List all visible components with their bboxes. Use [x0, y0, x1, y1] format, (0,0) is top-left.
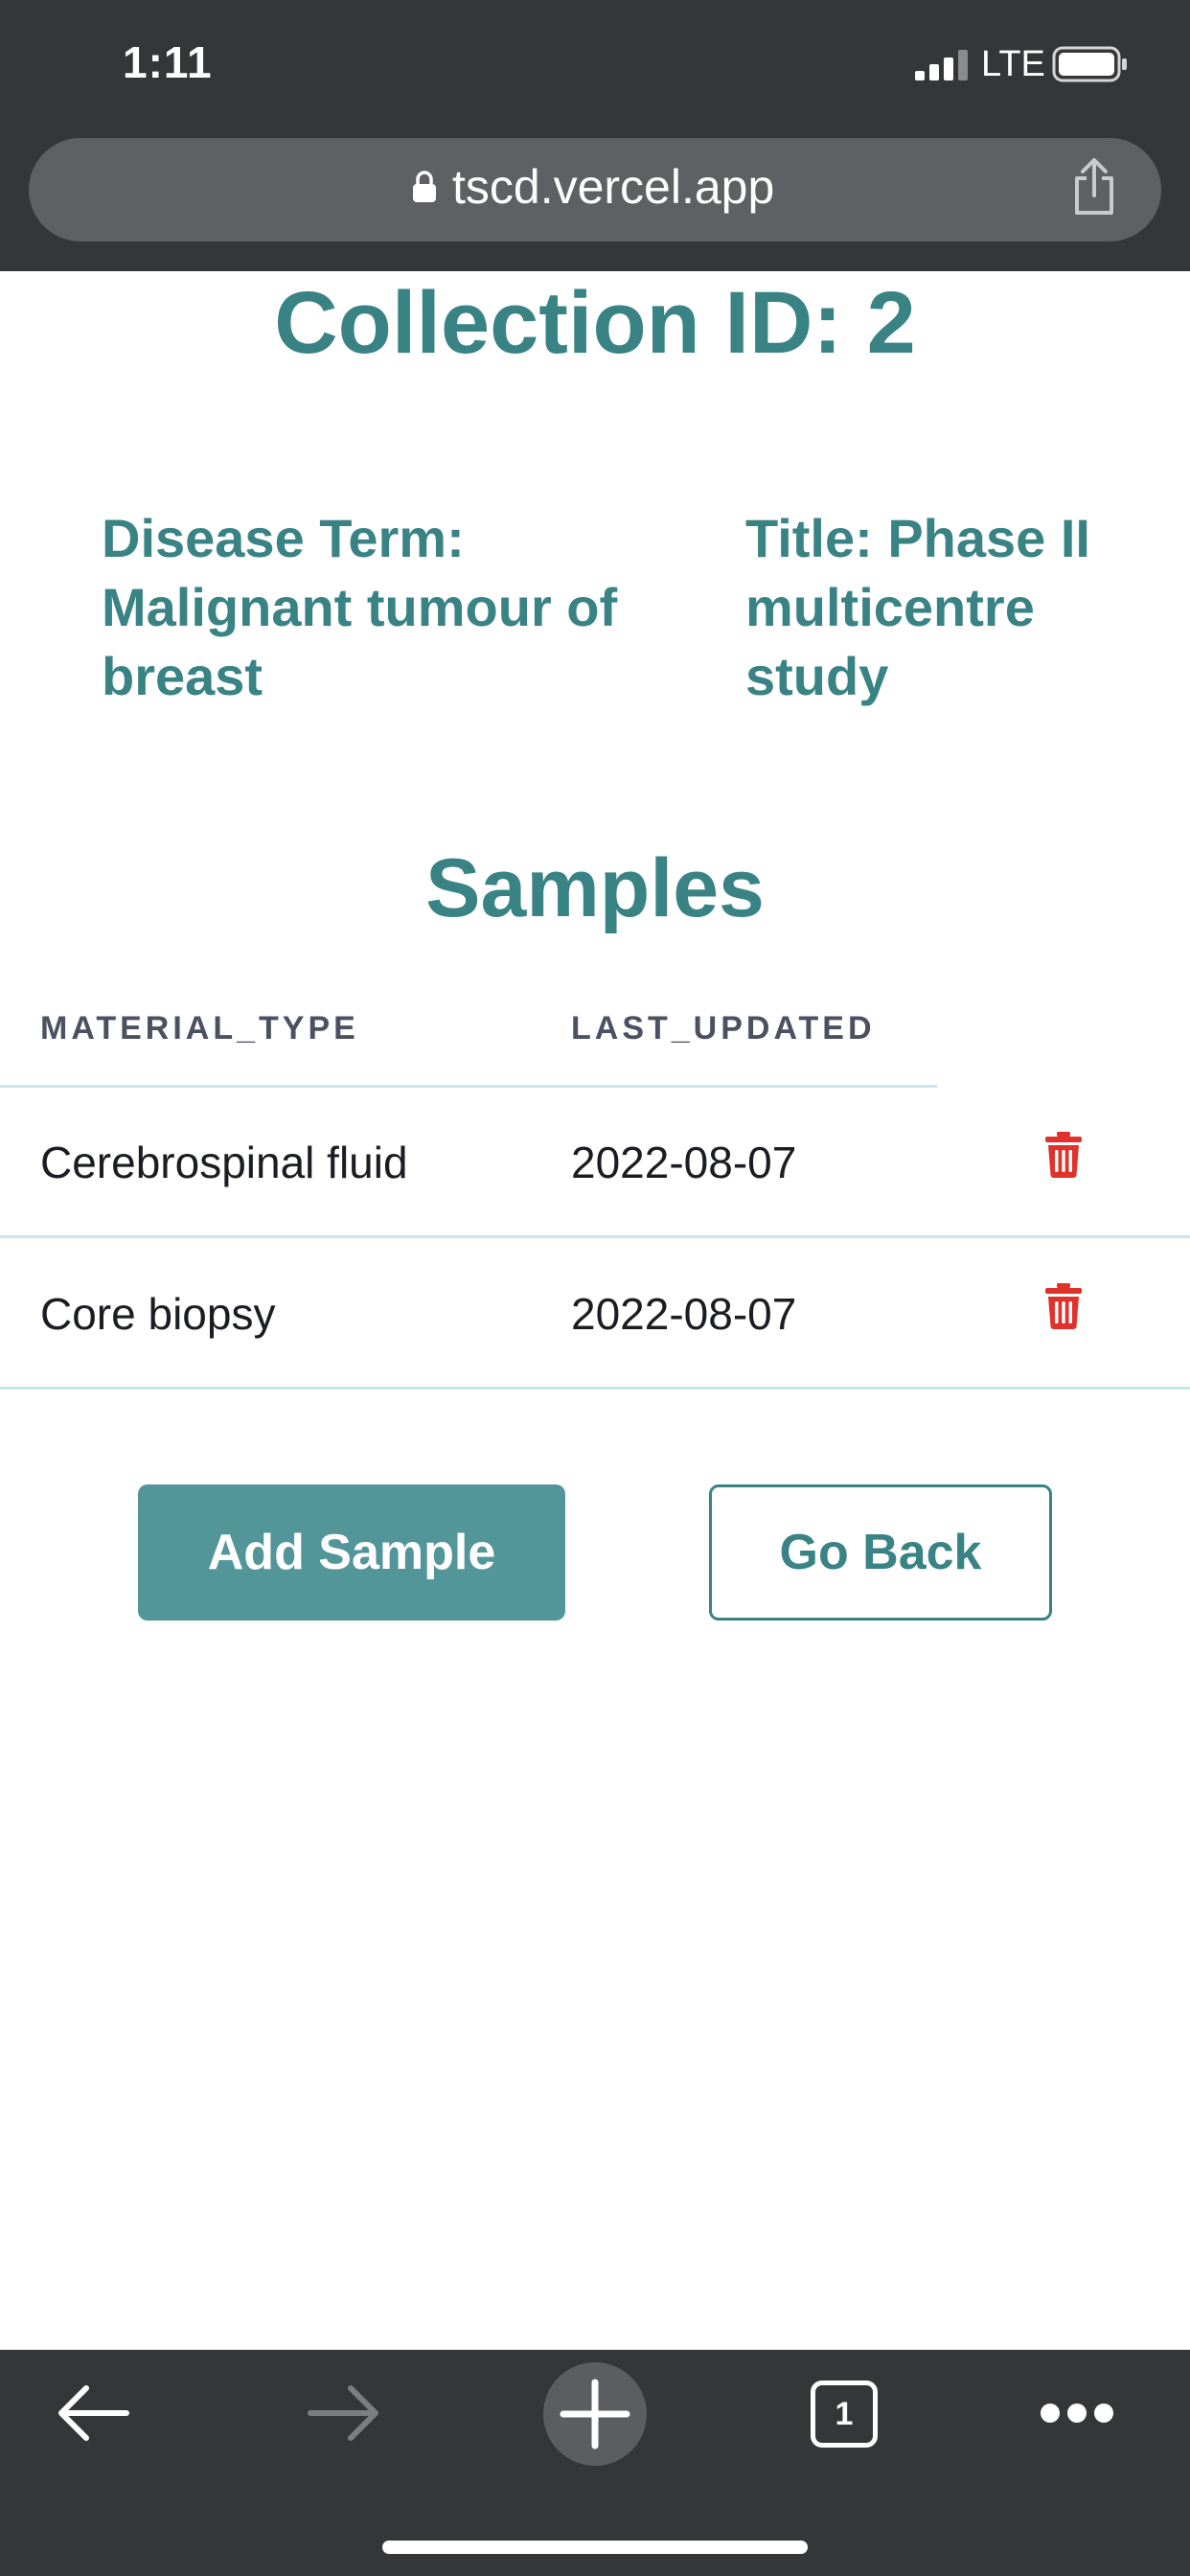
row-divider	[0, 1235, 1190, 1238]
samples-heading: Samples	[425, 842, 765, 934]
page-title: Collection ID: 2	[274, 274, 916, 372]
row-divider	[0, 1387, 1190, 1390]
lock-icon	[413, 171, 436, 202]
cell-material-type: Cerebrospinal fluid	[40, 1138, 408, 1187]
new-tab-plus-icon[interactable]	[542, 2361, 648, 2467]
collection-study-title: Title: Phase II multicentre study	[745, 508, 1090, 706]
url-text[interactable]: tscd.vercel.app	[452, 159, 774, 215]
status-time: 1:11	[123, 37, 213, 87]
trash-icon[interactable]	[1044, 1131, 1083, 1179]
share-icon[interactable]	[1069, 157, 1119, 217]
column-header-material-type: MATERIAL_TYPE	[40, 1010, 359, 1046]
browser-chrome-top: 1:11 LTE tscd.vercel.app	[0, 0, 1190, 271]
disease-term: Disease Term: Malignant tumour of breast	[102, 508, 618, 706]
table-header-divider	[0, 1085, 937, 1088]
battery-icon	[1052, 46, 1127, 82]
column-header-last-updated: LAST_UPDATED	[571, 1010, 876, 1046]
cell-last-updated: 2022-08-07	[571, 1138, 797, 1187]
cell-last-updated: 2022-08-07	[571, 1289, 797, 1339]
go-back-button[interactable]: Go Back	[709, 1484, 1052, 1621]
network-label: LTE	[981, 44, 1045, 84]
back-arrow-icon[interactable]	[56, 2384, 130, 2442]
tab-count-label: 1	[835, 2395, 854, 2432]
tabs-count-icon[interactable]: 1	[811, 2380, 878, 2448]
cell-material-type: Core biopsy	[40, 1289, 276, 1339]
more-options-icon[interactable]	[1039, 2402, 1115, 2425]
home-indicator[interactable]	[382, 2541, 808, 2554]
signal-strength-icon	[915, 50, 968, 80]
trash-icon[interactable]	[1044, 1282, 1083, 1330]
add-sample-button[interactable]: Add Sample	[138, 1484, 565, 1621]
forward-arrow-icon[interactable]	[307, 2384, 381, 2442]
